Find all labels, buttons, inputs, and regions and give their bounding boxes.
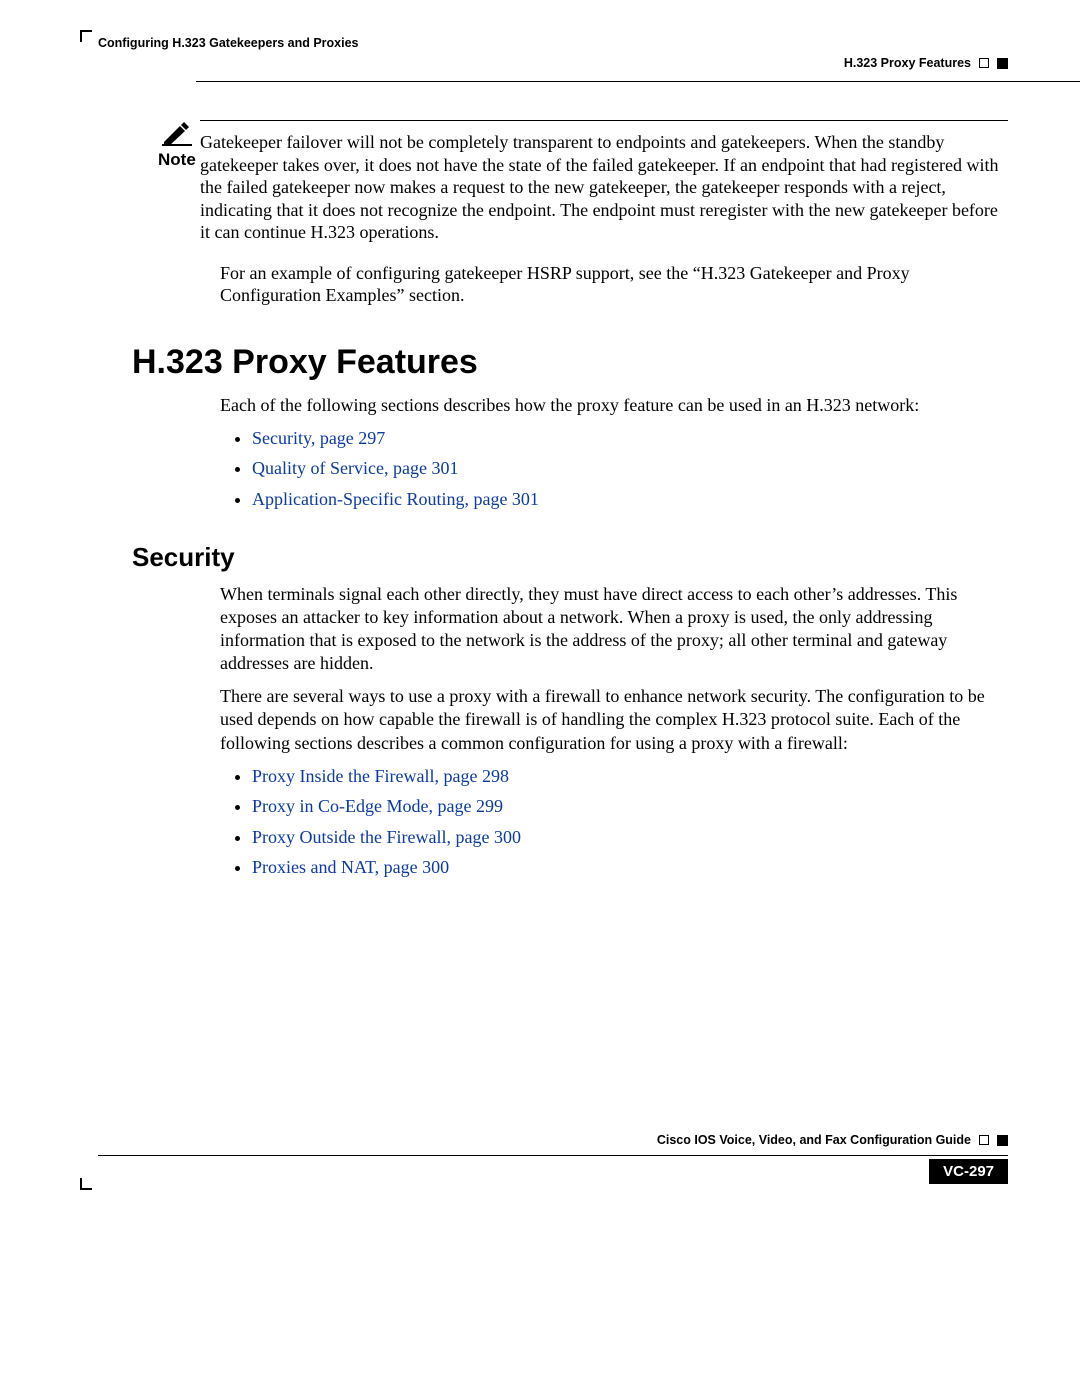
page-header: Configuring H.323 Gatekeepers and Proxie… — [98, 34, 1008, 52]
crop-mark-top-left — [80, 30, 92, 42]
link-list: Security, page 297 Quality of Service, p… — [220, 423, 1008, 515]
paragraph: When terminals signal each other directl… — [220, 583, 1008, 675]
toc-link[interactable]: Proxy Outside the Firewall, page 300 — [252, 827, 521, 847]
heading-h2: Security — [132, 542, 1008, 573]
page-number-badge: VC-297 — [929, 1159, 1008, 1184]
footer-rule — [98, 1155, 1008, 1156]
toc-link[interactable]: Quality of Service, page 301 — [252, 458, 458, 478]
page-footer: Cisco IOS Voice, Video, and Fax Configur… — [98, 1155, 1008, 1156]
square-icon — [979, 58, 989, 68]
header-left-text: Configuring H.323 Gatekeepers and Proxie… — [98, 36, 359, 50]
footer-title: Cisco IOS Voice, Video, and Fax Configur… — [657, 1133, 971, 1147]
header-right-row: H.323 Proxy Features — [844, 56, 1008, 70]
footer-right-row: Cisco IOS Voice, Video, and Fax Configur… — [657, 1133, 1008, 1147]
header-rule — [196, 81, 1080, 82]
paragraph: There are several ways to use a proxy wi… — [220, 685, 1008, 754]
toc-link[interactable]: Proxy in Co-Edge Mode, page 299 — [252, 796, 503, 816]
header-right-text: H.323 Proxy Features — [844, 56, 971, 70]
link-list: Proxy Inside the Firewall, page 298 Prox… — [220, 761, 1008, 883]
note-block: Note Gatekeeper failover will not be com… — [132, 120, 1008, 244]
square-icon — [997, 58, 1008, 69]
toc-link[interactable]: Application-Specific Routing, page 301 — [252, 489, 539, 509]
paragraph: For an example of configuring gatekeeper… — [220, 262, 1008, 307]
page-content: Note Gatekeeper failover will not be com… — [132, 120, 1008, 883]
square-icon — [979, 1135, 989, 1145]
note-label: Note — [158, 150, 196, 170]
note-body: Gatekeeper failover will not be complete… — [200, 131, 1008, 244]
crop-mark-bottom-left — [80, 1178, 92, 1190]
square-icon — [997, 1135, 1008, 1146]
toc-link[interactable]: Proxy Inside the Firewall, page 298 — [252, 766, 509, 786]
paragraph: Each of the following sections describes… — [220, 394, 1008, 417]
pencil-icon — [162, 120, 192, 146]
toc-link[interactable]: Proxies and NAT, page 300 — [252, 857, 449, 877]
toc-link[interactable]: Security, page 297 — [252, 428, 385, 448]
heading-h1: H.323 Proxy Features — [132, 343, 1008, 382]
